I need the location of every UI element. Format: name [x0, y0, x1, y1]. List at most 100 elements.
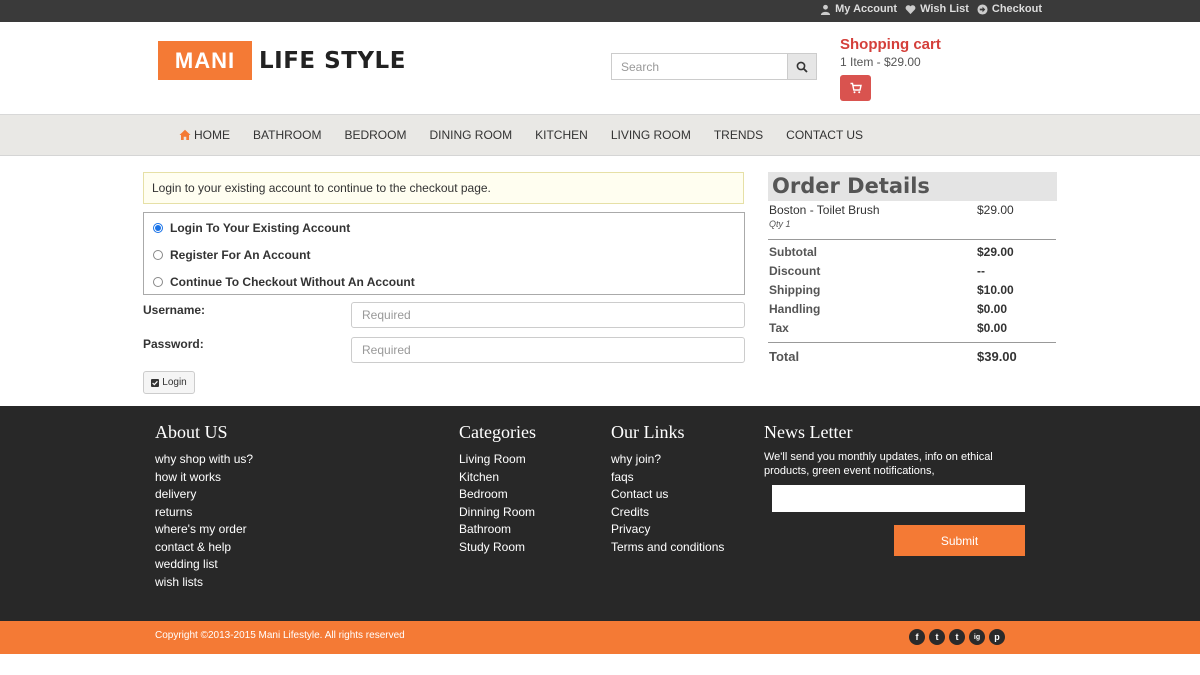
option-label: Register For An Account [170, 248, 311, 262]
search-bar [611, 53, 817, 80]
option-label: Continue To Checkout Without An Account [170, 275, 415, 289]
footer-link[interactable]: Contact us [611, 486, 724, 504]
footer-link[interactable]: wedding list [155, 556, 253, 574]
summary-label: Subtotal [769, 245, 817, 259]
nav-item-trends[interactable]: TRENDS [714, 128, 763, 142]
order-item-price: $29.00 [977, 203, 1014, 217]
radio-register[interactable] [153, 250, 163, 260]
footer-link[interactable]: Kitchen [459, 469, 536, 487]
instagram-icon[interactable]: ig [969, 629, 985, 645]
social-links: f t t ig p [909, 629, 1005, 645]
nav-item-contact-us[interactable]: CONTACT US [786, 128, 863, 142]
checkout-link[interactable]: Checkout [977, 3, 1042, 15]
summary-label: Tax [769, 321, 789, 335]
shopping-cart: Shopping cart 1 Item - $29.00 [840, 36, 941, 101]
nav-item-kitchen[interactable]: KITCHEN [535, 128, 588, 142]
login-button[interactable]: Login [143, 371, 195, 394]
cart-button[interactable] [840, 75, 871, 101]
summary-value: -- [977, 264, 985, 278]
site-logo[interactable]: MANI LIFE STYLE [158, 41, 406, 80]
footer-link[interactable]: Bedroom [459, 486, 536, 504]
password-label: Password: [143, 337, 204, 351]
username-label: Username: [143, 303, 206, 317]
footer-about-title: About US [155, 422, 228, 442]
newsletter-description: We'll send you monthly updates, info on … [764, 451, 993, 477]
footer-link[interactable]: why shop with us? [155, 451, 253, 469]
top-links: My Account Wish List Checkout [820, 3, 1042, 15]
order-item-qty: Qty 1 [769, 219, 791, 229]
footer-categories-title: Categories [459, 422, 536, 442]
divider [768, 342, 1056, 343]
facebook-icon[interactable]: f [909, 629, 925, 645]
footer-link[interactable]: returns [155, 504, 253, 522]
cart-summary: 1 Item - $29.00 [840, 55, 921, 69]
footer-link[interactable]: Dinning Room [459, 504, 536, 522]
summary-value: $29.00 [977, 245, 1014, 259]
nav-item-home[interactable]: HOME [179, 128, 230, 142]
footer-link[interactable]: Bathroom [459, 521, 536, 539]
footer-link[interactable]: contact & help [155, 539, 253, 557]
my-account-label: My Account [835, 3, 898, 15]
order-item-name: Boston - Toilet Brush [769, 203, 880, 217]
login-button-label: Login [162, 377, 187, 388]
summary-value: $0.00 [977, 321, 1008, 335]
footer-link[interactable]: where's my order [155, 521, 253, 539]
summary-value: $0.00 [977, 302, 1008, 316]
total-value: $39.00 [977, 349, 1017, 364]
option-register[interactable]: Register For An Account [153, 248, 310, 262]
header: MANI LIFE STYLE Shopping cart 1 Item - $… [0, 22, 1200, 114]
footer-about: About US why shop with us? how it works … [155, 422, 253, 591]
newsletter-submit-button[interactable]: Submit [894, 525, 1025, 556]
order-details-title: Order Details [768, 172, 1057, 201]
radio-guest-checkout[interactable] [153, 277, 163, 287]
footer-link[interactable]: delivery [155, 486, 253, 504]
footer-link[interactable]: Terms and conditions [611, 539, 724, 557]
nav-item-living-room[interactable]: LIVING ROOM [611, 128, 691, 142]
footer-link[interactable]: how it works [155, 469, 253, 487]
arrow-circle-right-icon [977, 3, 988, 15]
top-bar: My Account Wish List Checkout [0, 0, 1200, 22]
nav-item-bathroom[interactable]: BATHROOM [253, 128, 321, 142]
newsletter-email-input[interactable] [772, 485, 1025, 512]
checkout-label: Checkout [991, 3, 1042, 15]
search-button[interactable] [787, 53, 817, 80]
footer-link[interactable]: Living Room [459, 451, 536, 469]
footer-our-links: Our Links why join? faqs Contact us Cred… [611, 422, 724, 556]
radio-login-existing[interactable] [153, 223, 163, 233]
footer-link[interactable]: why join? [611, 451, 724, 469]
summary-discount: Discount -- [768, 264, 1057, 283]
my-account-link[interactable]: My Account [820, 3, 897, 15]
cart-icon [850, 82, 862, 94]
wish-list-link[interactable]: Wish List [905, 3, 969, 15]
footer-link[interactable]: wish lists [155, 574, 253, 592]
home-icon [179, 129, 191, 140]
bottom-bar: Copyright ©2013-2015 Mani Lifestyle. All… [0, 621, 1200, 654]
check-square-icon [151, 378, 160, 387]
total-label: Total [769, 349, 800, 364]
summary-shipping: Shipping $10.00 [768, 283, 1057, 302]
logo-box: MANI [158, 41, 252, 80]
footer-link[interactable]: Study Room [459, 539, 536, 557]
footer-link[interactable]: Privacy [611, 521, 724, 539]
option-login-existing[interactable]: Login To Your Existing Account [153, 221, 350, 235]
cart-title[interactable]: Shopping cart [840, 36, 941, 53]
copyright-text: Copyright ©2013-2015 Mani Lifestyle. All… [155, 630, 405, 641]
summary-label: Discount [769, 264, 821, 278]
footer-link[interactable]: faqs [611, 469, 724, 487]
footer-link[interactable]: Credits [611, 504, 724, 522]
username-field[interactable] [351, 302, 745, 328]
twitter-icon[interactable]: t [929, 629, 945, 645]
user-icon [821, 4, 831, 15]
search-input[interactable] [611, 53, 787, 80]
password-field[interactable] [351, 337, 745, 363]
tumblr-icon[interactable]: t [949, 629, 965, 645]
nav-list: HOME BATHROOM BEDROOM DINING ROOM KITCHE… [179, 128, 886, 142]
summary-subtotal: Subtotal $29.00 [768, 245, 1057, 264]
checkout-options: Login To Your Existing Account Register … [143, 212, 745, 295]
nav-item-bedroom[interactable]: BEDROOM [344, 128, 406, 142]
nav-item-dining-room[interactable]: DINING ROOM [429, 128, 512, 142]
order-item-row: Boston - Toilet Brush $29.00 [768, 203, 1057, 219]
option-guest-checkout[interactable]: Continue To Checkout Without An Account [153, 275, 415, 289]
pinterest-icon[interactable]: p [989, 629, 1005, 645]
summary-value: $10.00 [977, 283, 1014, 297]
